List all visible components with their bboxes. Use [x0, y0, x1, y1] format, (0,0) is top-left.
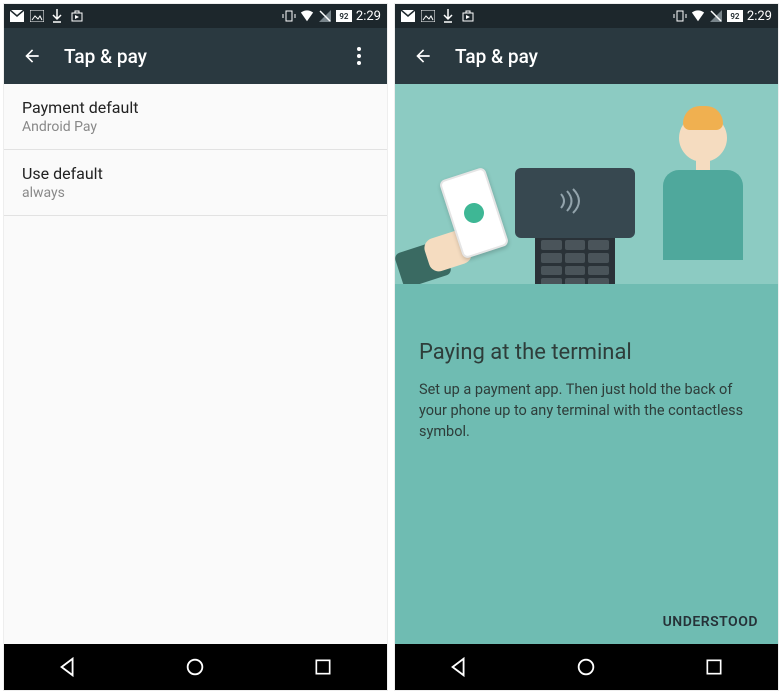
cashier-illustration [658, 114, 748, 260]
nav-home-button[interactable] [165, 649, 225, 685]
image-icon [421, 9, 435, 23]
phone-screen-left: 92 2:29 Tap & pay Payment default Androi… [3, 3, 388, 691]
status-time: 2:29 [356, 9, 381, 24]
status-bar: 92 2:29 [4, 4, 387, 28]
wifi-icon [691, 9, 705, 23]
settings-list: Payment default Android Pay Use default … [4, 84, 387, 644]
page-title: Tap & pay [64, 45, 147, 68]
play-store-icon [70, 9, 84, 23]
overflow-menu-button[interactable] [341, 38, 377, 74]
no-signal-icon [709, 9, 723, 23]
battery-icon: 92 [336, 10, 352, 22]
download-icon [50, 9, 64, 23]
use-default-item[interactable]: Use default always [4, 150, 387, 216]
nav-recent-button[interactable] [684, 649, 744, 685]
list-item-title: Payment default [22, 98, 369, 117]
onboarding-card: Paying at the terminal Set up a payment … [395, 84, 778, 644]
onboarding-body: Set up a payment app. Then just hold the… [419, 379, 754, 442]
app-bar: Tap & pay [395, 28, 778, 84]
download-icon [441, 9, 455, 23]
nav-back-button[interactable] [38, 649, 98, 685]
nav-home-button[interactable] [556, 649, 616, 685]
nav-bar [395, 644, 778, 690]
list-item-title: Use default [22, 164, 369, 183]
understood-button[interactable]: UNDERSTOOD [395, 600, 778, 644]
nav-recent-button[interactable] [293, 649, 353, 685]
battery-icon: 92 [727, 10, 743, 22]
wifi-icon [300, 9, 314, 23]
gmail-icon [10, 9, 24, 23]
nav-back-button[interactable] [429, 649, 489, 685]
payment-default-item[interactable]: Payment default Android Pay [4, 84, 387, 150]
page-title: Tap & pay [455, 45, 538, 68]
nav-bar [4, 644, 387, 690]
status-bar: 92 2:29 [395, 4, 778, 28]
no-signal-icon [318, 9, 332, 23]
phone-screen-right: 92 2:29 Tap & pay [394, 3, 779, 691]
onboarding-heading: Paying at the terminal [419, 340, 754, 365]
hand-holding-phone-illustration [450, 172, 540, 254]
back-button[interactable] [14, 38, 50, 74]
onboarding-content: Paying at the terminal Set up a payment … [395, 84, 778, 644]
vibrate-icon [673, 9, 687, 23]
image-icon [30, 9, 44, 23]
onboarding-illustration [395, 84, 778, 314]
status-time: 2:29 [747, 9, 772, 24]
contactless-icon [555, 188, 595, 219]
app-bar: Tap & pay [4, 28, 387, 84]
list-item-subtitle: Android Pay [22, 119, 369, 135]
play-store-icon [461, 9, 475, 23]
gmail-icon [401, 9, 415, 23]
back-button[interactable] [405, 38, 441, 74]
list-item-subtitle: always [22, 185, 369, 201]
vibrate-icon [282, 9, 296, 23]
